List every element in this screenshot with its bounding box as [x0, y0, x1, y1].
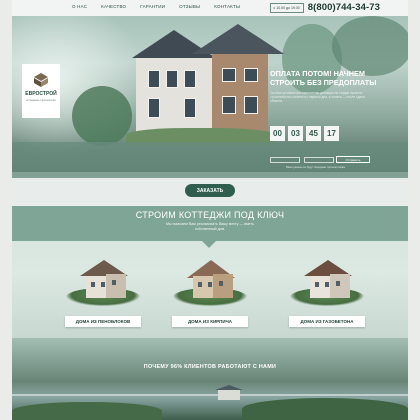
- why-us-title: ПОЧЕМУ 96% КЛИЕНТОВ РАБОТАЮТ С НАМИ: [143, 364, 277, 370]
- nav-item-guarantees[interactable]: ГАРАНТИИ: [140, 4, 165, 9]
- callback-form-strip: Отправить Ваши данные не будут переданы …: [12, 142, 408, 178]
- house-brick-image: [181, 256, 239, 306]
- build-section: СТРОИМ КОТТЕДЖИ ПОД КЛЮЧ Мы поможем Вам …: [12, 206, 408, 356]
- countdown-timer: 00 03 45 17: [270, 126, 339, 141]
- send-button[interactable]: Отправить: [336, 156, 370, 163]
- name-field[interactable]: [270, 157, 300, 163]
- logo-tagline: коттеджное строительство: [26, 99, 56, 102]
- timer-seconds: 17: [324, 126, 339, 141]
- house-card-foam-blocks[interactable]: ДОМА ИЗ ПЕНОБЛОКОВ: [62, 250, 144, 334]
- timer-hours: 03: [288, 126, 303, 141]
- nav-item-quality[interactable]: КАЧЕСТВО: [101, 4, 126, 9]
- work-hours: с 10.00 до 19.00: [269, 2, 304, 13]
- river-landscape-image: [12, 382, 408, 420]
- timer-minutes: 45: [306, 126, 321, 141]
- house-foam-blocks-image: [74, 256, 132, 306]
- why-us-section: ПОЧЕМУ 96% КЛИЕНТОВ РАБОТАЮТ С НАМИ: [12, 338, 408, 420]
- house-aerated-concrete-image: [298, 256, 356, 306]
- offer-block: ОПЛАТА ПОТОМ! НАЧНЕМ СТРОИТЬ БЕЗ ПРЕДОПЛ…: [270, 69, 398, 103]
- house-card-aerated-concrete[interactable]: ДОМА ИЗ ГАЗОБЕТОНА: [286, 250, 368, 334]
- pavilion-image: [215, 385, 243, 400]
- nav-item-reviews[interactable]: ОТЗЫВЫ: [179, 4, 200, 9]
- build-title: СТРОИМ КОТТЕДЖИ ПОД КЛЮЧ: [135, 210, 285, 220]
- company-logo[interactable]: ЕВРОСТРОЙ коттеджное строительство: [22, 64, 60, 118]
- logo-name: ЕВРОСТРОЙ: [25, 91, 57, 97]
- build-header: СТРОИМ КОТТЕДЖИ ПОД КЛЮЧ Мы поможем Вам …: [12, 206, 408, 248]
- privacy-note: Ваши данные не будут переданы третьим ли…: [286, 166, 346, 169]
- offer-text: Особые условия при заключении договора н…: [270, 91, 365, 103]
- timer-days: 00: [270, 126, 285, 141]
- house-card-brick[interactable]: ДОМА ИЗ КИРПИЧА: [169, 250, 251, 334]
- header-contacts: с 10.00 до 19.00 8(800)744-34-73: [269, 2, 380, 13]
- order-button[interactable]: ЗАКАЗАТЬ: [185, 184, 235, 197]
- house-card-label: ДОМА ИЗ ПЕНОБЛОКОВ: [65, 316, 141, 327]
- phone-field[interactable]: [304, 157, 334, 163]
- logo-cube-icon: [34, 73, 48, 87]
- main-menu: О НАС КАЧЕСТВО ГАРАНТИИ ОТЗЫВЫ КОНТАКТЫ: [72, 4, 240, 9]
- house-card-label: ДОМА ИЗ ГАЗОБЕТОНА: [289, 316, 365, 327]
- offer-title: ОПЛАТА ПОТОМ! НАЧНЕМ СТРОИТЬ БЕЗ ПРЕДОПЛ…: [270, 69, 377, 87]
- top-navigation: О НАС КАЧЕСТВО ГАРАНТИИ ОТЗЫВЫ КОНТАКТЫ …: [12, 0, 408, 16]
- phone-number[interactable]: 8(800)744-34-73: [308, 2, 380, 13]
- build-subtitle: Мы поможем Вам реализовать Вашу мечту — …: [166, 222, 254, 231]
- house-card-label: ДОМА ИЗ КИРПИЧА: [172, 316, 248, 327]
- hero-house-image: [122, 24, 284, 148]
- tree-image: [332, 16, 408, 76]
- order-bar: ЗАКАЗАТЬ: [12, 178, 408, 206]
- nav-item-about[interactable]: О НАС: [72, 4, 87, 9]
- landing-page: О НАС КАЧЕСТВО ГАРАНТИИ ОТЗЫВЫ КОНТАКТЫ …: [12, 0, 408, 420]
- nav-item-contacts[interactable]: КОНТАКТЫ: [214, 4, 240, 9]
